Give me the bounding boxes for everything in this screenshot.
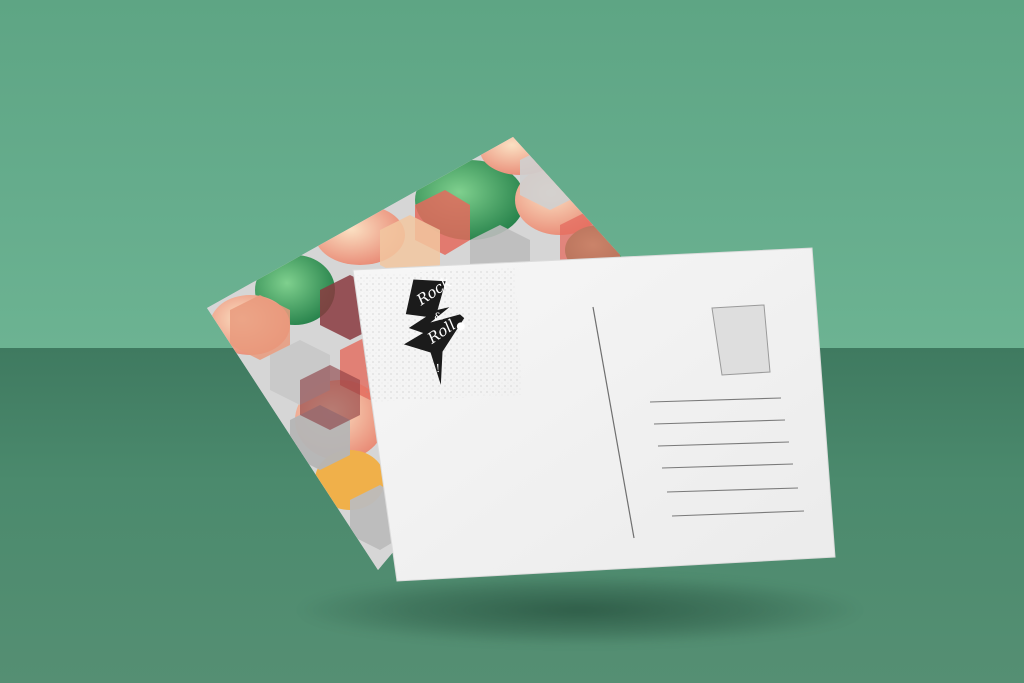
stamp-box bbox=[711, 304, 771, 376]
logo-exclamation: ! bbox=[435, 362, 440, 375]
postcards-illustration: Rock & Roll ! bbox=[207, 137, 836, 582]
mockup-scene: Rock & Roll ! bbox=[0, 0, 1024, 683]
postcard-front: Rock & Roll ! bbox=[352, 247, 836, 582]
